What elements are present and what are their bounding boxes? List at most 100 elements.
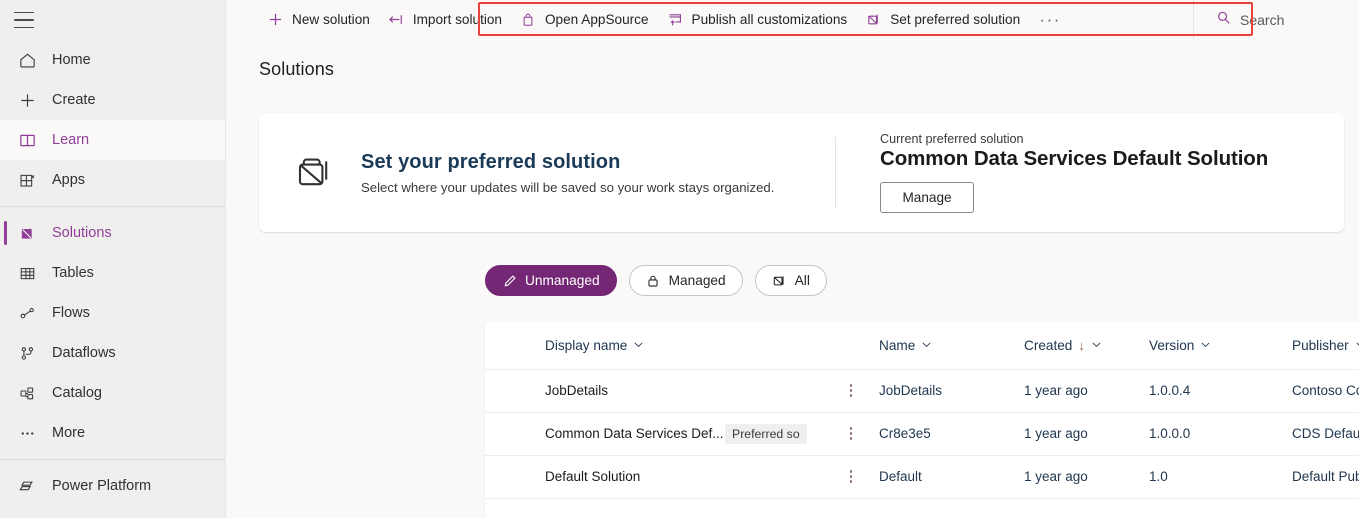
open-appsource-button[interactable]: Open AppSource [511,5,658,35]
table-header: Display name Name Created ↓ Version Publ… [485,322,1359,370]
home-icon [16,49,38,71]
publish-all-customizations-button[interactable]: Publish all customizations [658,5,857,35]
command-label: New solution [292,12,370,27]
sidebar-item-label: Solutions [52,225,112,241]
banner-left: Set your preferred solution Select where… [259,151,819,195]
plus-icon [267,11,284,28]
filter-label: Unmanaged [525,273,600,288]
flows-icon [16,302,38,324]
column-header-display-name[interactable]: Display name [485,322,725,370]
current-preferred-solution-label: Current preferred solution [880,132,1024,146]
sidebar-item-label: More [52,425,86,441]
cell-row-actions[interactable] [843,455,879,499]
banner-subtext: Select where your updates will be saved … [361,179,775,195]
filter-pill-unmanaged[interactable]: Unmanaged [485,265,617,296]
manage-button[interactable]: Manage [880,182,974,213]
column-header-name[interactable]: Name [879,322,1024,370]
column-header-publisher[interactable]: Publisher [1292,322,1359,370]
solutions-icon [772,273,787,288]
table-body: JobDetails JobDetails 1 year ago 1.0.0.4… [485,369,1359,499]
hamburger-icon[interactable] [14,12,34,28]
solution-display-name: Common Data Services Def... [545,426,724,441]
sidebar-item-label: Create [52,92,96,108]
sidebar-item-solutions[interactable]: Solutions [0,213,225,253]
sidebar-item-label: Dataflows [52,345,116,361]
filter-label: Managed [668,273,726,288]
sidebar-divider [0,206,225,207]
search-icon [1216,10,1231,30]
cell-name: Default [879,455,1024,499]
command-label: Open AppSource [544,12,649,27]
command-label: Set preferred solution [890,12,1021,27]
cell-row-actions[interactable] [843,369,879,413]
preferred-solution-icon [865,11,882,28]
cell-publisher: Contoso Con... [1292,369,1359,413]
status-badge: Preferred so [725,424,807,444]
banner-heading: Set your preferred solution [361,150,621,173]
import-solution-button[interactable]: Import solution [379,5,511,35]
cell-display-name[interactable]: JobDetails [485,369,725,413]
cell-row-actions[interactable] [843,412,879,456]
sidebar-item-more[interactable]: More [0,413,225,453]
sidebar-item-dataflows[interactable]: Dataflows [0,333,225,373]
cell-name: JobDetails [879,369,1024,413]
solution-display-name: JobDetails [545,383,609,398]
set-preferred-solution-button[interactable]: Set preferred solution [856,5,1029,35]
sidebar-item-label: Tables [52,265,94,281]
pencil-icon [502,273,517,288]
cell-badge [725,369,843,413]
solutions-table: Display name Name Created ↓ Version Publ… [485,322,1359,499]
cell-created: 1 year ago [1024,455,1149,499]
kebab-menu-icon[interactable] [843,470,859,483]
table-grid-icon [16,262,38,284]
import-arrow-icon [388,11,405,28]
sidebar-item-catalog[interactable]: Catalog [0,373,225,413]
new-solution-button[interactable]: New solution [258,5,379,35]
lock-icon [646,273,661,288]
table-row[interactable]: Common Data Services Def... Preferred so… [485,412,1359,456]
kebab-menu-icon[interactable] [843,427,859,440]
column-label: Display name [545,337,628,353]
page-title: Solutions [259,59,334,79]
cell-badge [725,455,843,499]
sidebar-item-apps[interactable]: Apps [0,160,225,200]
sidebar-item-home[interactable]: Home [0,40,225,80]
column-header-badge-spacer [725,322,843,370]
command-label: Publish all customizations [691,12,848,27]
sidebar-item-label: Home [52,52,91,68]
plus-icon [16,89,38,111]
sidebar-item-label: Flows [52,305,90,321]
filter-pill-managed[interactable]: Managed [628,265,743,296]
sidebar-item-tables[interactable]: Tables [0,253,225,293]
dataflows-icon [16,342,38,364]
search-input[interactable]: Search [1193,0,1359,39]
cell-display-name[interactable]: Default Solution [485,455,725,499]
solutions-table-card: Display name Name Created ↓ Version Publ… [485,322,1359,518]
sidebar-item-learn[interactable]: Learn [0,120,225,160]
sidebar-item-power-platform[interactable]: Power Platform [0,466,225,506]
solution-display-name: Default Solution [545,469,641,484]
top-bar: New solution Import solution Open AppSou… [226,0,1359,39]
kebab-menu-icon[interactable] [843,384,859,397]
cell-publisher: CDS Default ... [1292,412,1359,456]
table-row[interactable]: Default Solution Default 1 year ago 1.0 … [485,455,1359,499]
column-header-version[interactable]: Version [1149,322,1292,370]
column-label: Publisher [1292,337,1349,353]
filter-pill-all[interactable]: All [754,265,827,296]
sidebar-item-flows[interactable]: Flows [0,293,225,333]
preferred-solution-icon [293,151,337,195]
cell-publisher: Default Publi... [1292,455,1359,499]
sidebar-item-create[interactable]: Create [0,80,225,120]
cell-version: 1.0.0.4 [1149,369,1292,413]
chevron-down-icon [921,338,932,353]
cell-display-name[interactable]: Common Data Services Def... [485,412,725,456]
cell-created: 1 year ago [1024,369,1149,413]
sidebar-divider-bottom [0,459,225,460]
main-content: New solution Import solution Open AppSou… [226,0,1359,518]
cell-badge: Preferred so [725,412,843,456]
current-preferred-solution-value: Common Data Services Default Solution [880,147,1269,170]
preferred-solution-banner: Set your preferred solution Select where… [259,113,1344,232]
command-overflow-button[interactable]: ··· [1035,5,1065,35]
column-header-created[interactable]: Created ↓ [1024,322,1149,370]
table-row[interactable]: JobDetails JobDetails 1 year ago 1.0.0.4… [485,369,1359,413]
